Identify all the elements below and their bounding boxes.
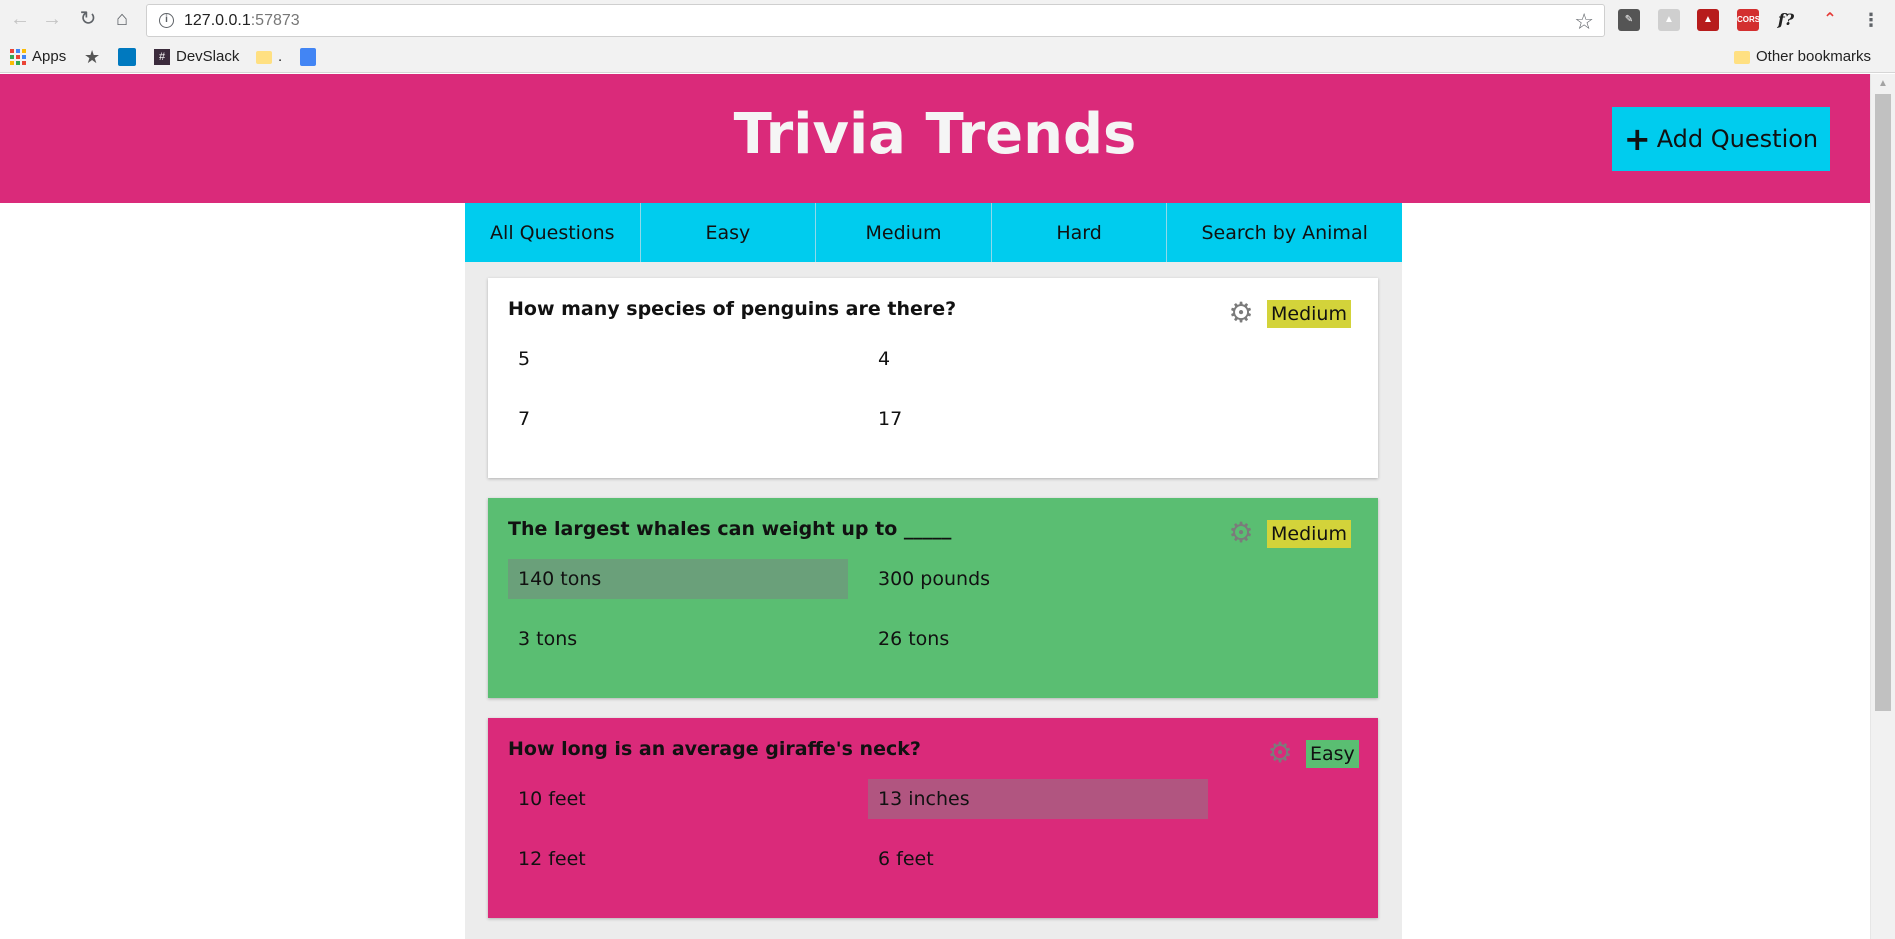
page-title: Trivia Trends [733, 102, 1137, 167]
apps-grid-icon [10, 49, 26, 65]
gear-icon[interactable]: ⚙ [1228, 519, 1254, 547]
slack-hash-icon: # [154, 49, 170, 65]
bookmark-apps-label: Apps [32, 48, 67, 65]
address-bar[interactable]: i 127.0.0.1:57873 ☆ [146, 4, 1605, 37]
answer-option-selected[interactable]: 13 inches [868, 779, 1208, 819]
question-text: How long is an average giraffe's neck? [508, 738, 921, 760]
answer-option[interactable]: 4 [868, 339, 1208, 379]
eyedropper-extension-icon[interactable]: ✎ [1618, 9, 1640, 31]
menu-kebab-icon[interactable]: ⋮ [1860, 9, 1882, 31]
difficulty-badge: Medium [1267, 520, 1351, 548]
add-question-label: Add Question [1656, 125, 1819, 153]
scrollbar-thumb[interactable] [1875, 94, 1891, 711]
answer-option[interactable]: 3 tons [508, 619, 848, 659]
bookmark-other-label: Other bookmarks [1756, 48, 1872, 65]
function-extension-icon[interactable]: f? [1775, 9, 1797, 31]
back-arrow-icon[interactable]: ← [8, 7, 32, 31]
bookmark-other[interactable]: Other bookmarks [1734, 47, 1871, 67]
cors-extension-icon[interactable]: CORS [1737, 9, 1760, 31]
question-card: How long is an average giraffe's neck? ⚙… [488, 718, 1378, 918]
answer-option[interactable]: 17 [868, 399, 1208, 439]
answer-option[interactable]: 6 feet [868, 839, 1208, 879]
arc-extension-icon[interactable]: ⌃ [1819, 9, 1841, 31]
tab-medium[interactable]: Medium [816, 203, 992, 262]
browser-toolbar: ← → ↻ ⌂ i 127.0.0.1:57873 ☆ ✎ ▲ ▲ CORS f… [0, 0, 1895, 42]
bookmark-devslack[interactable]: # DevSlack [154, 47, 239, 67]
difficulty-badge: Easy [1306, 740, 1359, 768]
bookmark-devslack-label: DevSlack [176, 48, 240, 65]
info-icon[interactable]: i [159, 13, 174, 28]
scroll-up-arrow-icon[interactable]: ▲ [1878, 78, 1888, 89]
tab-search-by-animal[interactable]: Search by Animal [1167, 203, 1402, 262]
page-viewport: Trivia Trends + Add Question All Questio… [0, 74, 1870, 939]
question-card: The largest whales can weight up to ____… [488, 498, 1378, 698]
address-url: 127.0.0.1:57873 [184, 12, 300, 29]
answer-option[interactable]: 7 [508, 399, 848, 439]
reload-icon[interactable]: ↻ [76, 7, 100, 31]
question-text: The largest whales can weight up to ____… [508, 518, 952, 540]
tab-hard[interactable]: Hard [992, 203, 1168, 262]
filter-tabs: All Questions Easy Medium Hard Search by… [465, 203, 1402, 262]
folder-icon [256, 50, 272, 64]
drive-extension-icon[interactable]: ▲ [1658, 9, 1680, 31]
add-question-button[interactable]: + Add Question [1612, 107, 1830, 171]
question-card: How many species of penguins are there? … [488, 278, 1378, 478]
folder-icon [1734, 50, 1750, 64]
vertical-scrollbar[interactable]: ▲ [1870, 74, 1895, 939]
bookmark-folder-dot[interactable]: . [256, 47, 282, 67]
pdf-extension-icon[interactable]: ▲ [1697, 9, 1719, 31]
question-feed: How many species of penguins are there? … [465, 262, 1402, 939]
difficulty-badge: Medium [1267, 300, 1351, 328]
star-bookmark-icon[interactable]: ★ [84, 47, 100, 67]
gear-icon[interactable]: ⚙ [1228, 299, 1254, 327]
google-docs-bookmark-icon[interactable] [300, 47, 316, 67]
answer-option-selected[interactable]: 140 tons [508, 559, 848, 599]
bookmarks-bar: Apps ★ # DevSlack . Other bookmarks [0, 42, 1895, 73]
tab-easy[interactable]: Easy [641, 203, 817, 262]
answer-option[interactable]: 300 pounds [868, 559, 1208, 599]
tab-all-questions[interactable]: All Questions [465, 203, 641, 262]
answer-option[interactable]: 10 feet [508, 779, 848, 819]
forward-arrow-icon[interactable]: → [40, 7, 64, 31]
bookmark-star-icon[interactable]: ☆ [1574, 9, 1594, 35]
trello-bookmark-icon[interactable] [118, 47, 136, 67]
site-header: Trivia Trends + Add Question [0, 74, 1870, 203]
answer-option[interactable]: 12 feet [508, 839, 848, 879]
plus-icon: + [1623, 120, 1651, 158]
home-icon[interactable]: ⌂ [110, 7, 134, 31]
answer-option[interactable]: 26 tons [868, 619, 1208, 659]
bookmark-apps[interactable]: Apps [10, 47, 66, 67]
question-text: How many species of penguins are there? [508, 298, 957, 320]
gear-icon[interactable]: ⚙ [1267, 739, 1293, 767]
answer-option[interactable]: 5 [508, 339, 848, 379]
bookmark-dot-label: . [278, 48, 283, 65]
